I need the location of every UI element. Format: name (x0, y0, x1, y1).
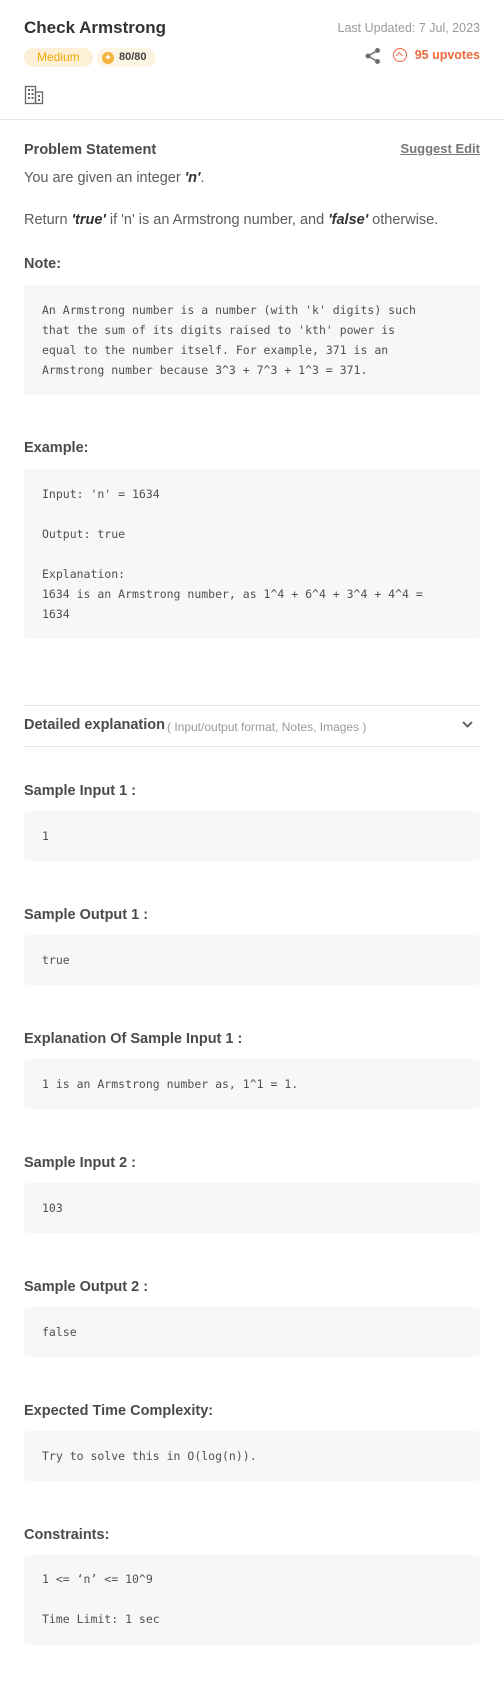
problem-statement-heading: Problem Statement (24, 142, 157, 158)
example-code-block: Input: 'n' = 1634 Output: true Explanati… (24, 469, 480, 639)
sample-input-2-heading: Sample Input 2 : (24, 1155, 136, 1171)
detailed-explanation-toggle[interactable]: Detailed explanation (24, 717, 165, 733)
header-divider (0, 119, 504, 120)
sample-output-2-block: false (24, 1307, 480, 1357)
problem-title: Check Armstrong (24, 18, 167, 37)
statement-line-1: You are given an integer 'n'. (24, 170, 205, 186)
sample-input-1-block: 1 (24, 811, 480, 861)
sample-output-2-heading: Sample Output 2 : (24, 1279, 149, 1295)
time-complexity-block: Try to solve this in O(log(n)). (24, 1431, 480, 1481)
upvote-icon (392, 48, 407, 62)
coin-icon: ✦ (102, 51, 114, 64)
score-badge: ✦ 80/80 (97, 48, 156, 67)
time-complexity-heading: Expected Time Complexity: (24, 1403, 214, 1419)
explanation-sample-1-heading: Explanation Of Sample Input 1 : (24, 1031, 243, 1047)
constraints-heading: Constraints: (24, 1527, 110, 1543)
sample-input-1-heading: Sample Input 1 : (24, 783, 136, 799)
constraints-block: 1 <= ‘n’ <= 10^9 Time Limit: 1 sec (24, 1555, 480, 1645)
upvote-button[interactable]: 95 upvotes (392, 48, 480, 62)
difficulty-badge: Medium (24, 48, 93, 67)
example-heading: Example: (24, 440, 89, 456)
score-value: 80/80 (119, 51, 147, 63)
detailed-explanation-subtitle: ( Input/output format, Notes, Images ) (167, 720, 367, 734)
note-code-block: An Armstrong number is a number (with 'k… (24, 285, 480, 395)
problem-page: Check Armstrong Last Updated: 7 Jul, 202… (0, 0, 504, 1705)
chevron-down-icon[interactable] (461, 718, 474, 731)
last-updated: Last Updated: 7 Jul, 2023 (337, 21, 480, 35)
suggest-edit-link[interactable]: Suggest Edit (401, 141, 480, 156)
statement-line-2: Return 'true' if 'n' is an Armstrong num… (24, 212, 439, 228)
sample-output-1-block: true (24, 935, 480, 985)
explanation-sample-1-block: 1 is an Armstrong number as, 1^1 = 1. (24, 1059, 480, 1109)
detail-divider-bottom (24, 746, 480, 747)
upvote-count: 95 upvotes (414, 48, 480, 62)
share-icon[interactable] (364, 47, 382, 65)
detail-divider-top (24, 705, 480, 706)
sample-output-1-heading: Sample Output 1 : (24, 907, 149, 923)
company-icon[interactable] (24, 85, 44, 105)
note-heading: Note: (24, 256, 62, 272)
sample-input-2-block: 103 (24, 1183, 480, 1233)
